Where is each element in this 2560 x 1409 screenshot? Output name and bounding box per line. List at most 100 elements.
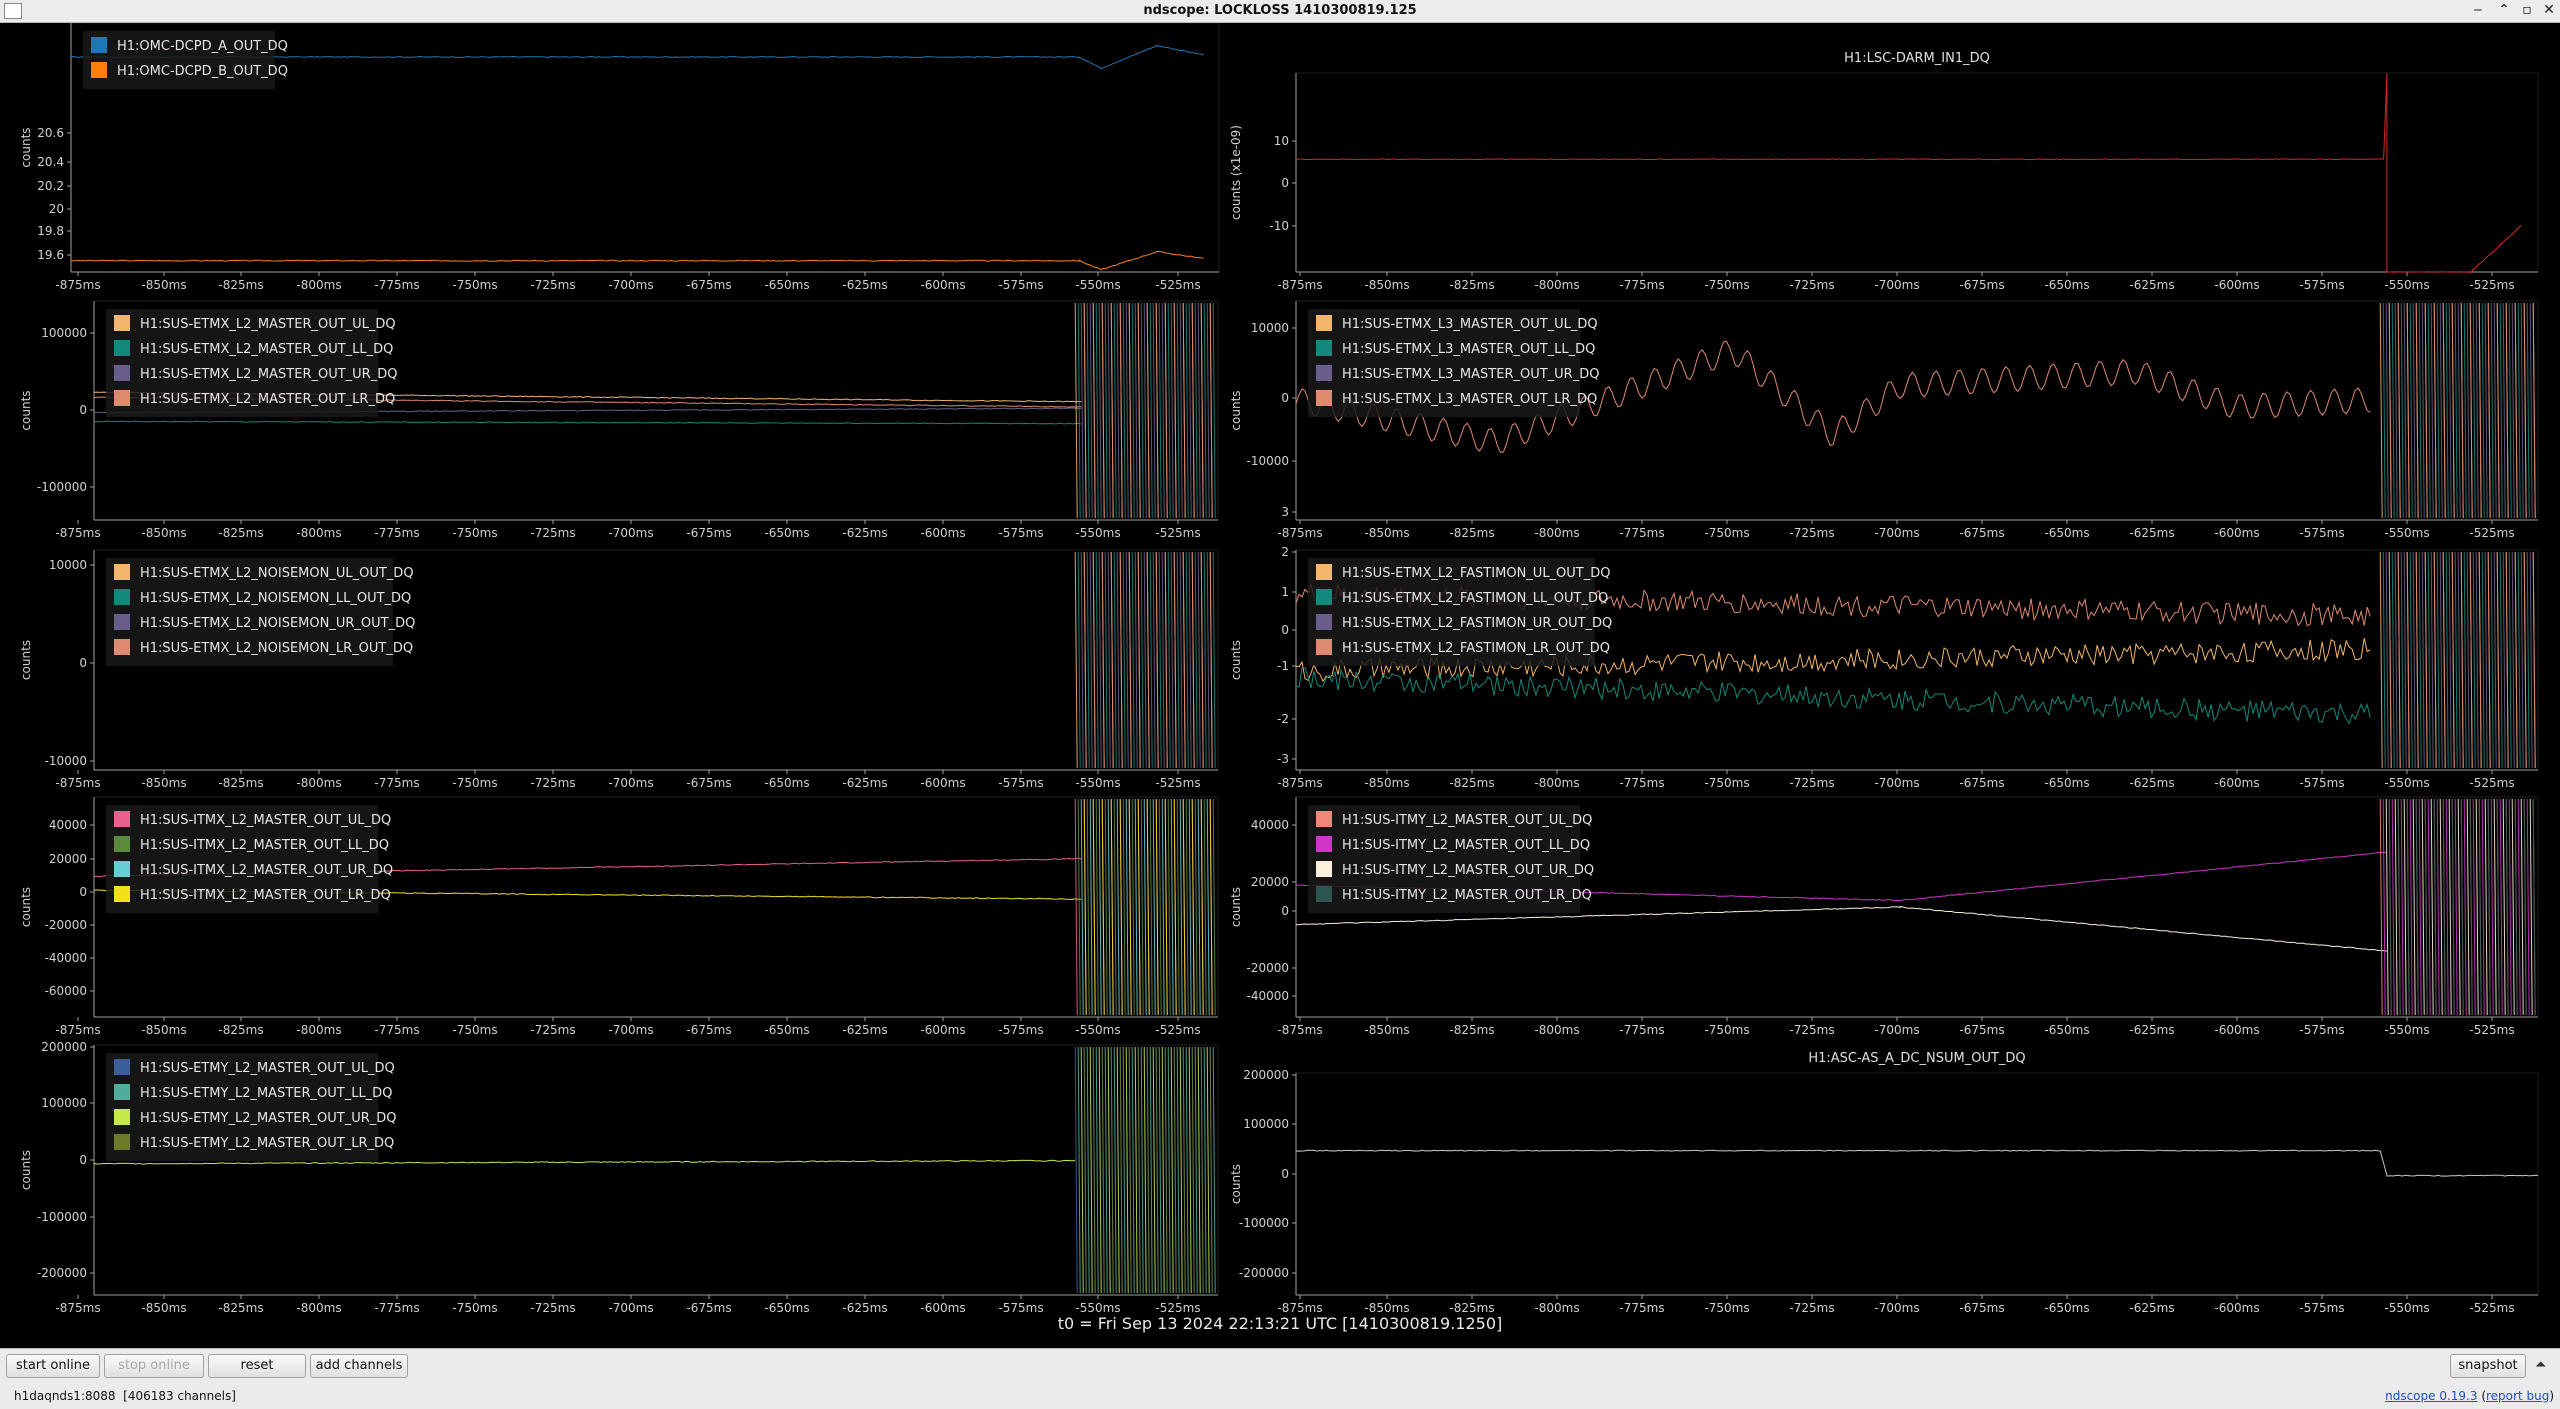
y-tick-label: 0 [79, 656, 87, 670]
reset-button[interactable]: reset [208, 1354, 306, 1378]
y-tick-label: -40000 [44, 951, 87, 965]
x-tick-label: -750ms [1704, 776, 1749, 790]
y-tick-label: 100000 [41, 1096, 87, 1110]
x-tick-label: -825ms [1449, 278, 1494, 292]
x-tick-label: -875ms [1277, 526, 1322, 540]
x-tick-label: -800ms [1534, 1023, 1579, 1037]
legend-label: H1:SUS-ETMX_L2_NOISEMON_LR_OUT_DQ [140, 641, 413, 656]
y-tick-label: -60000 [44, 984, 87, 998]
x-tick-label: -675ms [1959, 526, 2004, 540]
x-tick-label: -600ms [2214, 278, 2259, 292]
x-tick-label: -550ms [1075, 526, 1120, 540]
report-bug-link[interactable]: report bug [2486, 1389, 2549, 1403]
burst-trace [1080, 302, 1210, 519]
x-tick-label: -650ms [764, 1301, 809, 1315]
plot-canvas[interactable]: -875ms -850ms -825ms -800ms -775ms -750ms -725… [0, 23, 2560, 1348]
x-tick-label: -800ms [296, 526, 341, 540]
x-tick-label: -725ms [1789, 776, 1834, 790]
burst-trace [1074, 551, 1213, 769]
x-tick-label: -800ms [1534, 278, 1579, 292]
trace-line [70, 250, 1204, 271]
legend-swatch [1316, 390, 1332, 406]
y-tick-label: 20.6 [37, 126, 64, 140]
x-tick-label: -525ms [1155, 1301, 1200, 1315]
y-tick-label: 40000 [1251, 818, 1289, 832]
x-tick-label: -650ms [764, 1023, 809, 1037]
y-tick-label: 20.2 [37, 179, 64, 193]
x-tick-label: -650ms [2044, 1023, 2089, 1037]
statusbar: h1daqnds1:8088 [406183 channels] ndscope… [0, 1382, 2560, 1409]
legend-swatch [1316, 340, 1332, 356]
legend-label: H1:SUS-ETMX_L2_FASTIMON_UL_OUT_DQ [1342, 566, 1611, 581]
x-tick-label: -575ms [998, 776, 1043, 790]
y-tick-label: 10000 [1251, 321, 1289, 335]
legend-label: H1:SUS-ETMX_L2_MASTER_OUT_UL_DQ [140, 317, 396, 332]
x-tick-label: -825ms [218, 1023, 263, 1037]
legend-swatch [1316, 811, 1332, 827]
legend-swatch [114, 390, 130, 406]
legend-label: H1:SUS-ETMX_L2_FASTIMON_LL_OUT_DQ [1342, 591, 1608, 606]
legend-label: H1:SUS-ITMX_L2_MASTER_OUT_UR_DQ [140, 863, 393, 878]
x-tick-label: -725ms [1789, 1023, 1834, 1037]
trace-line [93, 420, 1082, 425]
legend-label: H1:SUS-ETMY_L2_MASTER_OUT_UL_DQ [140, 1061, 395, 1076]
x-tick-label: -575ms [998, 526, 1043, 540]
burst-trace [1083, 302, 1213, 519]
start-online-button[interactable]: start online [6, 1354, 100, 1378]
stop-online-button[interactable]: stop online [104, 1354, 204, 1378]
x-tick-label: -700ms [1874, 776, 1919, 790]
legend-swatch [114, 836, 130, 852]
y-tick-label: 100000 [41, 326, 87, 340]
y-axis-label: counts [1229, 887, 1243, 927]
burst-trace [1077, 551, 1216, 769]
x-tick-label: -775ms [1619, 776, 1664, 790]
x-tick-label: -825ms [218, 1301, 263, 1315]
legend-label: H1:SUS-ITMX_L2_MASTER_OUT_LR_DQ [140, 888, 391, 903]
version-link[interactable]: ndscope 0.19.3 [2385, 1389, 2477, 1403]
chevron-up-icon[interactable]: ⌃ [2495, 1, 2513, 19]
x-tick-label: -775ms [374, 278, 419, 292]
collapse-arrow-icon[interactable]: ⏶ [2535, 1357, 2546, 1373]
x-tick-label: -550ms [1075, 776, 1120, 790]
x-tick-label: -875ms [55, 526, 100, 540]
x-tick-label: -625ms [842, 1023, 887, 1037]
x-tick-label: -800ms [1534, 526, 1579, 540]
plot-grid[interactable]: -875ms -850ms -825ms -800ms -775ms -750ms -725… [0, 23, 2560, 1348]
x-tick-label: -775ms [374, 1023, 419, 1037]
x-tick-label: -800ms [296, 278, 341, 292]
x-tick-label: -625ms [2129, 1023, 2174, 1037]
legend-swatch [114, 614, 130, 630]
legend-swatch [114, 340, 130, 356]
x-tick-label: -825ms [1449, 526, 1494, 540]
minimize-button[interactable]: ‒ [2469, 1, 2487, 19]
close-button[interactable]: ✕ [2540, 1, 2558, 19]
trace-layer [70, 31, 2539, 1294]
x-tick-label: -850ms [1364, 278, 1409, 292]
x-tick-label: -525ms [1155, 526, 1200, 540]
x-tick-label: -875ms [55, 278, 100, 292]
y-tick-label: -100000 [1239, 1216, 1289, 1230]
x-tick-label: -800ms [1534, 776, 1579, 790]
x-tick-label: -825ms [1449, 1023, 1494, 1037]
window-title: ndscope: LOCKLOSS 1410300819.125 [1143, 3, 1417, 18]
x-tick-label: -625ms [2129, 1301, 2174, 1315]
x-tick-label: -525ms [2469, 1023, 2514, 1037]
x-tick-label: -550ms [1075, 278, 1120, 292]
x-tick-label: -675ms [686, 278, 731, 292]
legend-label: H1:SUS-ETMY_L2_MASTER_OUT_UR_DQ [140, 1111, 397, 1126]
x-tick-label: -625ms [2129, 278, 2174, 292]
snapshot-button[interactable]: snapshot [2450, 1354, 2526, 1378]
legend-swatch [114, 1134, 130, 1150]
x-tick-label: -650ms [2044, 526, 2089, 540]
x-tick-label: -725ms [530, 1301, 575, 1315]
y-tick-label: -20000 [1246, 961, 1289, 975]
y-axis-label: counts (x1e-09) [1229, 125, 1243, 220]
add-channels-button[interactable]: add channels [310, 1354, 408, 1378]
legend-swatch [1316, 315, 1332, 331]
y-tick-label: 0 [1281, 176, 1289, 190]
maximize-button[interactable]: ▫ [2518, 1, 2536, 19]
legend-label: H1:SUS-ETMX_L2_MASTER_OUT_LL_DQ [140, 342, 393, 357]
legend-label: H1:SUS-ETMX_L2_FASTIMON_LR_OUT_DQ [1342, 641, 1610, 656]
x-tick-label: -525ms [2469, 278, 2514, 292]
x-tick-label: -600ms [920, 526, 965, 540]
